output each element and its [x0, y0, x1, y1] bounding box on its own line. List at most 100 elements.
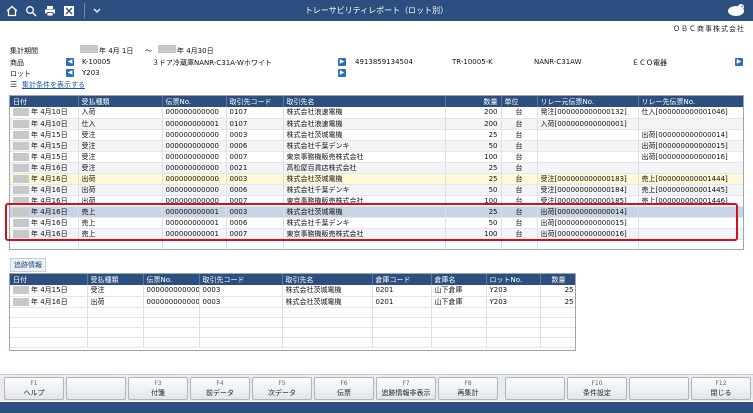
cell-type: 受注: [78, 129, 163, 141]
col-qty[interactable]: 数量: [445, 96, 502, 107]
maker-name: ＥＣＯ電器: [632, 59, 667, 67]
product-prev-button[interactable]: ◀: [66, 58, 74, 66]
col-name[interactable]: 取引先名: [283, 96, 446, 107]
cell-date-text: 年 4月10日: [31, 119, 68, 128]
tcol-code[interactable]: 取引先コード: [199, 274, 283, 285]
tcol-type[interactable]: 受払種類: [87, 274, 144, 285]
cell-name: 高松屋百貨店株式会社: [283, 162, 446, 174]
tcell-slip: 000000000000: [143, 296, 200, 308]
fkey-f1-button[interactable]: F1 ヘルプ: [4, 377, 64, 400]
lot-next-button[interactable]: ▶: [338, 69, 346, 77]
col-relay-from[interactable]: リレー元伝票No.: [537, 96, 639, 107]
table-row[interactable]: 年 4月16日 出荷 000000000000 0006 株式会社千葉デンキ 50 台受注[…: [10, 184, 743, 196]
tracking-row[interactable]: 年 4月16日 出荷 000000000000 0003 株式会社茨城電機 0201 山下倉…: [10, 296, 575, 308]
fkey-f8-button[interactable]: F8 再集計: [438, 377, 498, 400]
table-row[interactable]: 年 4月15日 受注 000000000000 0003 株式会社茨城電機 25 台 出荷[0…: [10, 129, 743, 141]
cell-qty: 50: [445, 184, 502, 196]
cell-qty: 200: [445, 107, 502, 119]
cell-date-text: 年 4月15日: [31, 141, 68, 150]
fkey-f10-button[interactable]: F10 条件設定: [567, 377, 627, 400]
tcol-wh-code[interactable]: 倉庫コード: [372, 274, 432, 285]
col-unit[interactable]: 単位: [501, 96, 538, 107]
col-type[interactable]: 受払種類: [78, 96, 163, 107]
fkey-blank-button: [505, 377, 565, 400]
cell-relay-to: 仕入[000000000001046]: [638, 107, 743, 119]
cell-type: 入荷: [78, 107, 163, 119]
cell-name: 東京事務機販売株式会社: [283, 151, 446, 163]
cell-type: 受注: [78, 151, 163, 163]
cell-date-text: 年 4月16日: [31, 185, 68, 194]
period-to: 年 4月30日: [177, 47, 214, 55]
date-blur: [13, 152, 29, 161]
fkey-number: F8: [464, 380, 472, 387]
tcell-name: 株式会社茨城電機: [282, 285, 373, 297]
cell-qty: 25: [445, 129, 502, 141]
table-row[interactable]: 年 4月15日 受注 000000000000 0006 株式会社千葉デンキ 50 台 出荷[…: [10, 140, 743, 152]
product-name: ３ドア冷蔵庫NANR-C31A-Wホワイト: [152, 59, 272, 67]
fkey-f7-button[interactable]: F7 追跡情報非表示: [376, 377, 436, 400]
product-code: K-10005: [82, 58, 111, 66]
cell-unit: 台: [501, 129, 538, 141]
cell-relay-to: 売上[000000000001445]: [638, 184, 743, 196]
cell-date: 年 4月16日: [10, 184, 79, 196]
jan-code: 4913859134504: [355, 58, 413, 66]
cell-code: 0006: [226, 140, 284, 152]
col-date[interactable]: 日付: [10, 96, 79, 107]
tcol-lot[interactable]: ロットNo.: [486, 274, 541, 285]
cell-unit: 台: [501, 140, 538, 152]
fkey-f4-button[interactable]: F4 前データ: [190, 377, 250, 400]
tcol-date[interactable]: 日付: [10, 274, 88, 285]
app-logo-icon: [725, 2, 747, 19]
cell-date: 年 4月16日: [10, 173, 79, 185]
table-row[interactable]: 年 4月10日 入荷 000000000000 0107 株式会社浪速電機 200 台発注[…: [10, 107, 743, 119]
product-label: 商品: [10, 59, 24, 67]
tcell-date: 年 4月16日: [10, 296, 88, 308]
fkey-f5-button[interactable]: F5 次データ: [252, 377, 312, 400]
cell-date-text: 年 4月10日: [31, 108, 68, 117]
title-bar: トレーサビリティレポート（ロット別）: [0, 0, 753, 21]
cell-relay-to: 出荷[000000000000016]: [638, 151, 743, 163]
list-icon: ☰: [10, 80, 18, 89]
col-slip[interactable]: 伝票No.: [162, 96, 227, 107]
date-blur: [13, 286, 29, 295]
fkey-f6-button[interactable]: F6 伝票: [314, 377, 374, 400]
tcol-slip[interactable]: 伝票No.: [143, 274, 200, 285]
show-conditions-link[interactable]: 集計条件を表示する: [22, 80, 85, 90]
maker-nav-button[interactable]: ▶: [735, 58, 743, 66]
tcell-lot: Y203: [486, 296, 541, 308]
col-relay-to[interactable]: リレー先伝票No.: [638, 96, 743, 107]
cell-relay-from: 受注[000000000000183]: [537, 173, 639, 185]
table-row[interactable]: 年 4月16日 出荷 000000000000 0003 株式会社茨城電機 25 台受注[0…: [10, 173, 743, 185]
table-row[interactable]: 年 4月15日 受注 000000000000 0007 東京事務機販売株式会社 100 台…: [10, 151, 743, 163]
fkey-f12-button[interactable]: F12 閉じる: [691, 377, 751, 400]
tcol-wh-name[interactable]: 倉庫名: [431, 274, 487, 285]
table-row[interactable]: 年 4月16日 受注 000000000000 0021 高松屋百貨店株式会社 25 台: [10, 162, 743, 174]
tcell-slip: 000000000000: [143, 285, 200, 297]
date-blur: [13, 174, 29, 183]
fkey-blank-button: [66, 377, 126, 400]
cell-date: 年 4月15日: [10, 140, 79, 152]
cell-date: 年 4月16日: [10, 162, 79, 174]
tcol-name[interactable]: 取引先名: [282, 274, 373, 285]
product-next-button[interactable]: ▶: [338, 58, 346, 66]
tracking-table: 日付 受払種類 伝票No. 取引先コード 取引先名 倉庫コード 倉庫名 ロットN…: [9, 273, 576, 351]
cell-unit: 台: [501, 173, 538, 185]
tcol-qty[interactable]: 数量: [540, 274, 575, 285]
cell-relay-from: [537, 140, 639, 152]
tcell-lot: Y203: [486, 285, 541, 297]
col-code[interactable]: 取引先コード: [226, 96, 284, 107]
table-row[interactable]: 年 4月10日 仕入 000000000001 0107 株式会社浪速電機 200 台入荷[…: [10, 118, 743, 130]
date-blur: [13, 141, 29, 150]
date-blur: [13, 130, 29, 139]
cell-slip: 000000000000: [162, 107, 227, 119]
fkey-number: F5: [278, 380, 286, 387]
fkey-f3-button[interactable]: F3 付箋: [128, 377, 188, 400]
cell-name: 株式会社千葉デンキ: [283, 140, 446, 152]
tcell-date: 年 4月15日: [10, 285, 88, 297]
tracking-row[interactable]: 年 4月15日 受注 000000000000 0003 株式会社茨城電機 0201 山下倉…: [10, 285, 575, 297]
cell-name: 株式会社茨城電機: [283, 173, 446, 185]
cell-qty: 25: [445, 162, 502, 174]
cell-relay-from: [537, 129, 639, 141]
date-blur: [13, 108, 29, 117]
lot-prev-button[interactable]: ◀: [66, 69, 74, 77]
